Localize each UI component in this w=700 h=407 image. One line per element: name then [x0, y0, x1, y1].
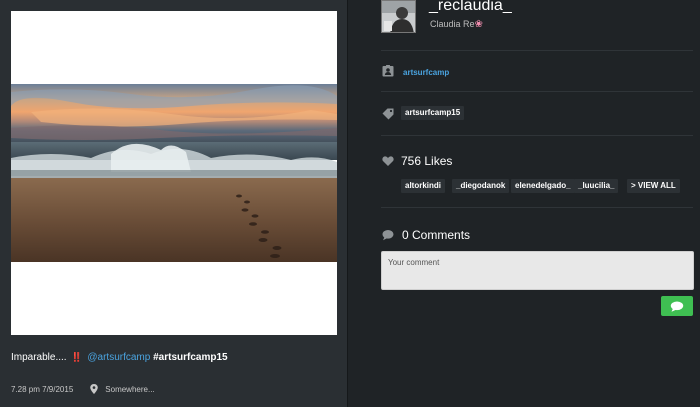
post-datetime: 7.28 pm 7/9/2015: [11, 384, 74, 394]
location-pin-icon: [90, 384, 99, 394]
author-fullname: Claudia Re❀: [430, 19, 483, 30]
comment-input[interactable]: [381, 251, 694, 290]
user-avatar-icon: [382, 1, 415, 32]
liker-chip[interactable]: altorkindi: [401, 179, 446, 193]
comments-count: 0 Comments: [402, 228, 471, 242]
liker-chip[interactable]: _luucilia_: [574, 179, 619, 193]
post-location[interactable]: Somewhere...: [105, 385, 154, 394]
section-divider: [381, 135, 693, 136]
person-badge-icon: [382, 65, 394, 77]
section-divider: [381, 207, 693, 208]
section-divider: [381, 91, 693, 92]
heart-icon[interactable]: [382, 155, 394, 167]
author-username[interactable]: _reclaudia_: [429, 0, 512, 15]
post-details-panel: _reclaudia_ Claudia Re❀ artsurfcamp arts…: [348, 0, 700, 407]
likes-count[interactable]: 756 Likes: [401, 154, 452, 168]
caption-mention-link[interactable]: @artsurfcamp: [87, 352, 150, 363]
post-meta: 7.28 pm 7/9/2015 Somewhere...: [11, 384, 155, 394]
view-all-likes-button[interactable]: > VIEW ALL: [627, 179, 680, 193]
chat-send-icon: [670, 301, 684, 312]
tag-chip[interactable]: artsurfcamp15: [401, 106, 465, 120]
caption-hashtag-link[interactable]: #artsurfcamp15: [153, 352, 227, 363]
liker-chip[interactable]: elenedelgado_: [511, 179, 575, 193]
caption-text: Imparable....: [11, 352, 67, 363]
double-exclamation-icon: ‼️: [71, 352, 83, 362]
section-divider: [381, 50, 693, 51]
tag-icon: [382, 108, 394, 120]
flower-icon: ❀: [474, 19, 483, 30]
author-avatar[interactable]: [381, 0, 416, 33]
speech-bubble-icon: [382, 230, 394, 241]
tagged-user-link[interactable]: artsurfcamp: [403, 68, 449, 77]
liker-chip[interactable]: _diegodanok: [452, 179, 510, 193]
beach-sunset-photo: [11, 84, 337, 262]
post-photo[interactable]: [11, 11, 337, 335]
author-fullname-text: Claudia Re: [430, 19, 475, 29]
send-comment-button[interactable]: [661, 296, 693, 316]
post-caption: Imparable.... ‼️ @artsurfcamp #artsurfca…: [11, 352, 228, 363]
post-media-panel: Imparable.... ‼️ @artsurfcamp #artsurfca…: [0, 0, 347, 407]
